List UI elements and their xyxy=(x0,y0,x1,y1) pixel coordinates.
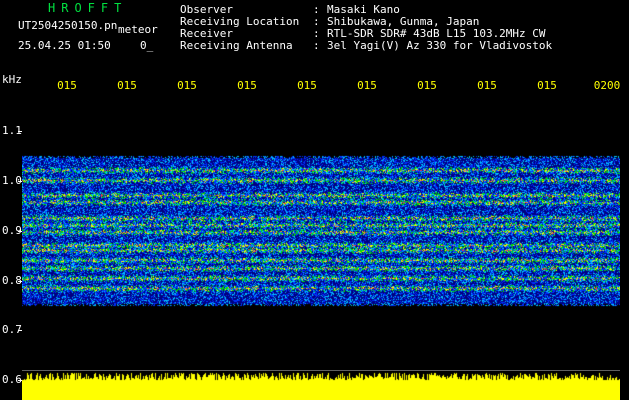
time-tick: 015 xyxy=(477,79,497,92)
tick-mark xyxy=(18,131,22,132)
colon: : xyxy=(313,39,320,52)
date-time: 25.04.25 01:50 xyxy=(18,39,111,52)
tick-mark xyxy=(18,330,22,331)
antenna-label: Receiving Antenna xyxy=(180,39,293,52)
file-name: UT2504250150.pn xyxy=(18,19,118,32)
divider xyxy=(22,370,620,371)
progress-indicator: 0_ xyxy=(140,39,154,52)
app-title: HROFFT xyxy=(48,1,128,15)
frequency-unit: kHz xyxy=(2,73,22,86)
hrofft-window: HROFFT UT2504250150.pn meteor 25.04.25 0… xyxy=(0,0,629,400)
time-tick: 015 xyxy=(357,79,377,92)
time-tick: 0200 xyxy=(593,79,621,92)
signal-level-bar xyxy=(22,372,620,400)
mode-label: meteor xyxy=(118,23,158,36)
time-tick: 015 xyxy=(297,79,317,92)
time-tick: 015 xyxy=(57,79,77,92)
spectrogram xyxy=(22,150,620,312)
antenna-value: 3el Yagi(V) Az 330 for Vladivostok xyxy=(327,39,553,52)
time-tick: 015 xyxy=(177,79,197,92)
time-tick: 015 xyxy=(117,79,137,92)
time-tick: 015 xyxy=(237,79,257,92)
time-tick: 015 xyxy=(417,79,437,92)
time-tick: 015 xyxy=(537,79,557,92)
